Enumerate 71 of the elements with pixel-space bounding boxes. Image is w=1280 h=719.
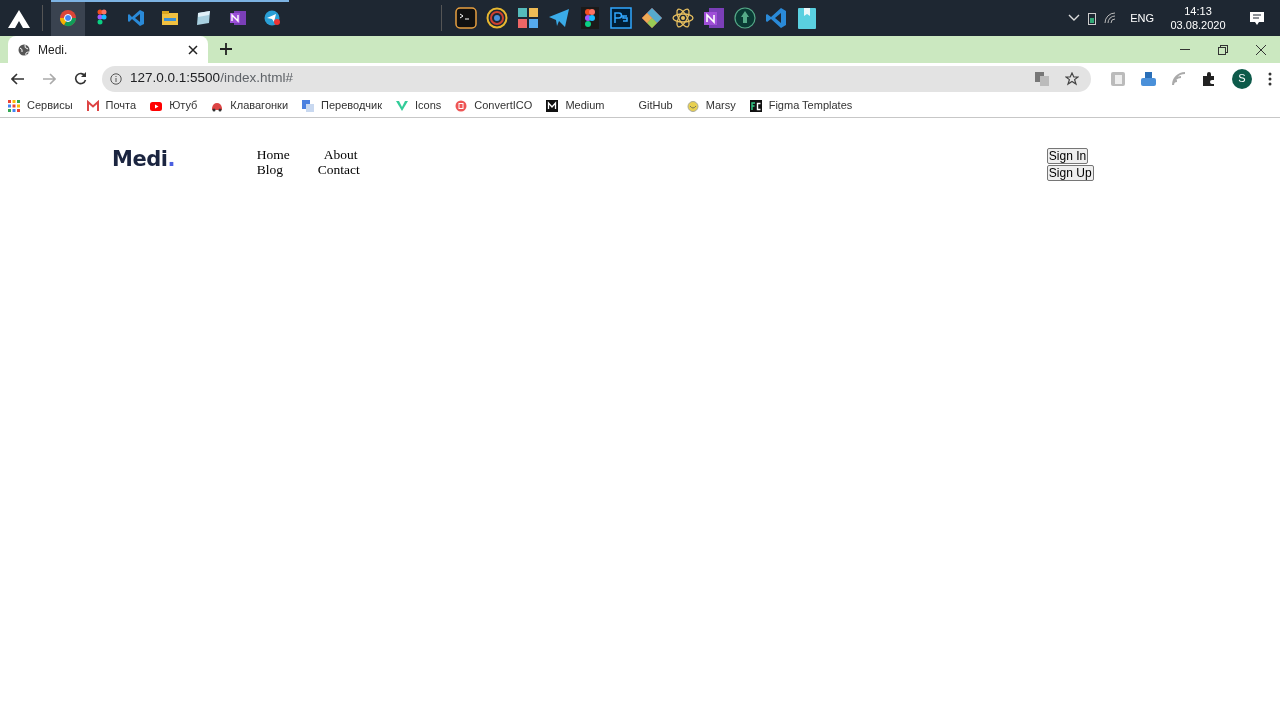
code-editor-icon[interactable] xyxy=(764,7,787,29)
reload-icon[interactable] xyxy=(73,72,87,85)
bookmark-link[interactable]: Marsy xyxy=(686,97,736,114)
bookmark-link[interactable]: Сервисы xyxy=(8,97,73,114)
bookmark-link[interactable]: ConvertICO xyxy=(455,97,533,114)
restore-icon[interactable] xyxy=(1218,44,1228,55)
notes-app-icon xyxy=(229,9,247,27)
bookmark-link[interactable]: Переводчик xyxy=(302,97,382,114)
clock-time[interactable]: 14:13 xyxy=(1184,4,1212,18)
globe-icon xyxy=(18,43,30,56)
star-icon[interactable] xyxy=(1065,71,1079,86)
mail-icon xyxy=(86,99,99,112)
bookmark-link[interactable]: Ютуб xyxy=(150,97,198,114)
address-bar[interactable]: 127.0.0.1:5500/index.html# xyxy=(102,65,1091,92)
notifications-icon[interactable] xyxy=(1250,11,1264,25)
nav-link[interactable]: Home xyxy=(256,147,318,162)
site-logo[interactable]: Medi. xyxy=(112,149,175,170)
app-icon xyxy=(195,9,213,27)
extension-icon[interactable] xyxy=(1141,71,1156,86)
bookmark-link[interactable]: GitHub xyxy=(638,97,673,114)
paper-plane-icon[interactable] xyxy=(547,7,570,29)
bookmark-link[interactable]: Почта xyxy=(86,97,137,114)
browser-tab[interactable]: Medi. xyxy=(8,36,208,63)
auth-button[interactable]: Sign Up xyxy=(1046,165,1094,181)
folder-icon xyxy=(161,9,179,27)
close-tab-icon[interactable] xyxy=(188,44,198,55)
auth-button[interactable]: Sign In xyxy=(1046,148,1089,164)
menu-icon[interactable] xyxy=(1268,71,1272,86)
chevron-up-icon[interactable] xyxy=(1068,14,1081,22)
bookmark-app-icon[interactable] xyxy=(795,7,818,29)
terminal-icon[interactable] xyxy=(454,7,477,29)
nav-link[interactable]: Blog xyxy=(256,162,318,177)
smiley-icon xyxy=(686,99,699,112)
design-app-icon[interactable] xyxy=(578,7,601,29)
bookmark-link[interactable]: Клавагонки xyxy=(211,97,289,114)
new-tab-plus-icon[interactable] xyxy=(220,43,232,55)
notes-app-icon[interactable] xyxy=(702,7,725,29)
profile-avatar[interactable]: S xyxy=(1232,68,1252,89)
close-icon[interactable] xyxy=(1256,44,1266,55)
info-icon[interactable] xyxy=(110,72,123,85)
bookmark-link[interactable]: Figma Templates xyxy=(749,97,853,114)
image-editor-icon[interactable] xyxy=(609,7,632,29)
translate-icon[interactable] xyxy=(1035,71,1049,86)
nav-link[interactable]: Contact xyxy=(317,162,360,177)
code-editor-icon xyxy=(127,9,145,27)
browser-icon xyxy=(59,9,77,27)
circle-icon xyxy=(455,99,468,112)
back-arrow-icon[interactable] xyxy=(11,72,25,85)
puzzle-icon[interactable] xyxy=(1202,71,1216,86)
minimize-icon[interactable] xyxy=(1180,48,1190,51)
v-logo-icon xyxy=(396,99,408,112)
browser-icon[interactable] xyxy=(485,7,508,29)
start-logo-icon[interactable] xyxy=(8,9,30,28)
m-logo-icon xyxy=(546,99,559,112)
clock-date[interactable]: 03.08.2020 xyxy=(1170,18,1226,32)
messenger-icon xyxy=(263,9,281,27)
video-icon xyxy=(150,99,163,112)
bookmark-link[interactable]: Icons xyxy=(396,97,442,114)
atom-icon[interactable] xyxy=(671,7,694,29)
taskbar-app-button[interactable] xyxy=(51,0,85,36)
url-text[interactable]: 127.0.0.1:5500/index.html# xyxy=(130,68,293,89)
battery-icon[interactable] xyxy=(1088,11,1097,25)
diamond-app-icon[interactable] xyxy=(640,7,663,29)
translate-icon xyxy=(302,99,315,112)
fc-logo-icon xyxy=(749,99,762,112)
language-indicator[interactable]: ENG xyxy=(1130,9,1154,27)
nav-link[interactable]: About xyxy=(323,147,360,162)
bookmark-link[interactable]: Medium xyxy=(546,97,605,114)
grid-app-icon[interactable] xyxy=(516,7,539,29)
apps-grid-icon xyxy=(8,99,20,112)
app-icon[interactable] xyxy=(733,7,756,29)
